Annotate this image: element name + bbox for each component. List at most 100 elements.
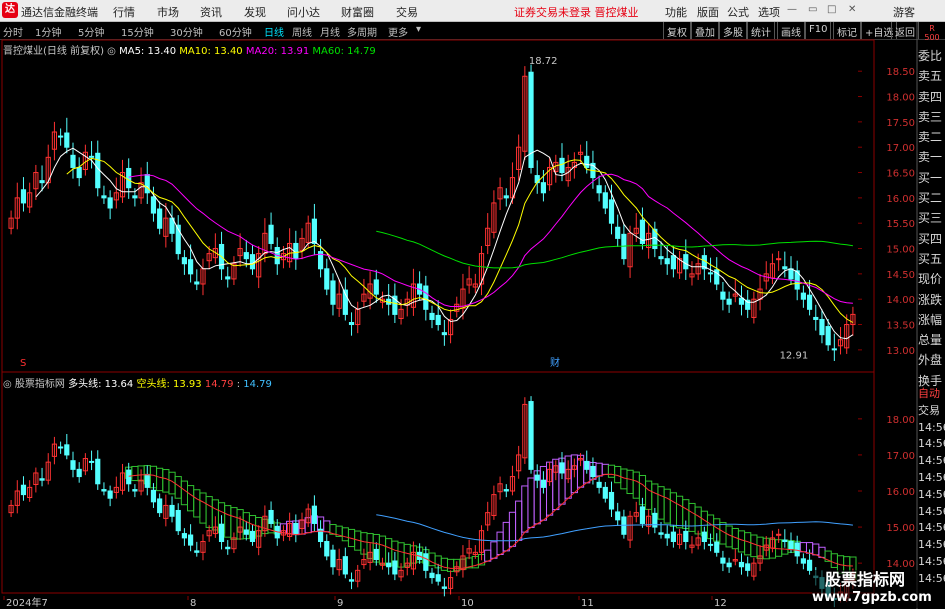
indicator-candle bbox=[565, 468, 571, 480]
indicator-cloud bbox=[409, 545, 418, 564]
quote-label: 卖一 bbox=[918, 150, 943, 165]
toolbar-button[interactable]: 标记 bbox=[833, 22, 861, 39]
menu-item-trade[interactable]: 交易 bbox=[396, 4, 418, 20]
toolbar-button[interactable]: 叠加 bbox=[691, 22, 719, 39]
menu-item-wealth[interactable]: 财富圈 bbox=[341, 4, 374, 20]
window-icon[interactable]: ▭ bbox=[808, 4, 817, 15]
main-candle bbox=[373, 279, 379, 295]
indicator-cloud bbox=[255, 517, 263, 537]
period-tab[interactable]: 更多 bbox=[388, 24, 408, 39]
period-tab[interactable]: 分时 bbox=[3, 24, 23, 39]
main-candle bbox=[70, 154, 76, 168]
indicator-candle bbox=[330, 549, 336, 568]
indicator-candle bbox=[157, 498, 163, 514]
indicator-settings-icon[interactable]: ◎ bbox=[3, 379, 12, 390]
ma20-label: MA20: 13.91 bbox=[245, 46, 310, 57]
main-candle bbox=[330, 280, 336, 305]
main-candle bbox=[813, 316, 819, 320]
period-tab[interactable]: 周线 bbox=[292, 24, 312, 39]
menu-item-market[interactable]: 市场 bbox=[157, 4, 179, 20]
close-icon[interactable]: ✕ bbox=[848, 4, 856, 15]
maximize-icon[interactable]: □ bbox=[827, 4, 836, 15]
main-candle bbox=[534, 175, 540, 184]
menu-item-layout[interactable]: 版面 bbox=[697, 4, 719, 20]
indicator-candle bbox=[676, 533, 683, 545]
main-candle bbox=[769, 263, 776, 279]
indicator-cloud bbox=[750, 534, 758, 558]
y-tick-label: 13.50 bbox=[886, 321, 915, 332]
main-candle bbox=[126, 167, 132, 189]
indicator-candle bbox=[274, 525, 280, 539]
menu-item-options[interactable]: 选项 bbox=[758, 4, 780, 20]
indicator-cloud bbox=[651, 483, 659, 515]
indicator-cloud bbox=[286, 520, 294, 535]
main-candle bbox=[194, 281, 200, 285]
indicator-cloud bbox=[304, 517, 312, 534]
indicator-cloud bbox=[496, 531, 504, 555]
menu-item-function[interactable]: 功能 bbox=[665, 4, 687, 20]
indicator-cloud bbox=[199, 492, 207, 524]
indicator-candle bbox=[88, 460, 95, 463]
indicator-cloud bbox=[316, 516, 325, 532]
indicator-cloud bbox=[775, 539, 783, 557]
indicator-cloud bbox=[149, 465, 158, 489]
indicator-cloud bbox=[762, 537, 770, 560]
more-chevron-icon[interactable]: ▾ bbox=[416, 24, 421, 35]
indicator-candle bbox=[361, 559, 367, 566]
indicator-value: 14.79 bbox=[204, 379, 234, 390]
main-candle bbox=[652, 228, 658, 250]
menu-item-discover[interactable]: 发现 bbox=[244, 4, 266, 20]
period-tab[interactable]: 多周期 bbox=[347, 24, 377, 39]
period-tab[interactable]: 5分钟 bbox=[78, 24, 104, 39]
menu-item-ask[interactable]: 问小达 bbox=[287, 4, 320, 20]
quote-label: 委比 bbox=[918, 49, 943, 63]
indicator-candle bbox=[280, 530, 287, 536]
main-candle bbox=[615, 226, 621, 239]
menu-item-quotes[interactable]: 行情 bbox=[113, 4, 135, 20]
quote-label: 总量 bbox=[918, 333, 943, 348]
indicator-cloud bbox=[403, 543, 411, 567]
indicator-candle bbox=[478, 530, 485, 553]
guest-label[interactable]: 游客 bbox=[893, 4, 915, 20]
indicator-candle bbox=[20, 484, 27, 496]
main-candle bbox=[410, 283, 417, 308]
login-notice[interactable]: 证券交易未登录 晋控煤业 bbox=[514, 4, 639, 20]
x-tick-label: 8 bbox=[190, 598, 196, 609]
indicator-cloud bbox=[570, 454, 578, 494]
period-tab[interactable]: 1分钟 bbox=[35, 24, 61, 39]
toolbar-button[interactable]: F10 bbox=[805, 22, 832, 39]
toolbar-button[interactable]: 返回 bbox=[891, 22, 919, 39]
indicator-candle bbox=[373, 548, 379, 561]
event-marker-s: S bbox=[20, 358, 26, 369]
toolbar-button[interactable]: 画线 bbox=[777, 22, 805, 39]
indicator-candle bbox=[553, 465, 559, 473]
indicator-blue-line bbox=[376, 514, 853, 542]
indicator-cloud bbox=[477, 553, 486, 566]
indicator-cloud bbox=[156, 467, 164, 492]
menu-item-formula[interactable]: 公式 bbox=[727, 4, 749, 20]
y-tick-label: 16.00 bbox=[886, 194, 915, 205]
period-tab[interactable]: 15分钟 bbox=[121, 24, 154, 39]
period-tab[interactable]: 月线 bbox=[320, 24, 340, 39]
period-tab[interactable]: 30分钟 bbox=[170, 24, 203, 39]
toolbar-button[interactable]: 统计 bbox=[747, 22, 775, 39]
tick-time: 14:56 bbox=[918, 538, 945, 552]
period-tab[interactable]: 60分钟 bbox=[219, 24, 252, 39]
indicator-cloud bbox=[626, 469, 634, 495]
indicator-cloud bbox=[378, 535, 387, 565]
indicator-candle bbox=[714, 541, 720, 553]
toolbar-button[interactable]: 多股 bbox=[719, 22, 747, 39]
indicator-candle bbox=[745, 563, 751, 571]
indicator-cloud bbox=[434, 555, 442, 569]
main-candle bbox=[689, 273, 695, 278]
settings-icon[interactable]: ◎ bbox=[107, 46, 116, 57]
indicator-cloud bbox=[329, 524, 337, 535]
kline-chart[interactable]: 18.50 18.00 17.50 17.00 16.50 16.00 15.50 15.00… bbox=[0, 0, 945, 609]
menu-item-news[interactable]: 资讯 bbox=[200, 4, 222, 20]
indicator-candle bbox=[212, 526, 218, 535]
indicator-cloud bbox=[805, 542, 814, 554]
period-tab-active[interactable]: 日线 bbox=[264, 24, 284, 39]
toolbar-button[interactable]: 复权 bbox=[663, 22, 691, 39]
minimize-icon[interactable]: — bbox=[787, 4, 797, 15]
indicator-candle bbox=[689, 544, 695, 548]
